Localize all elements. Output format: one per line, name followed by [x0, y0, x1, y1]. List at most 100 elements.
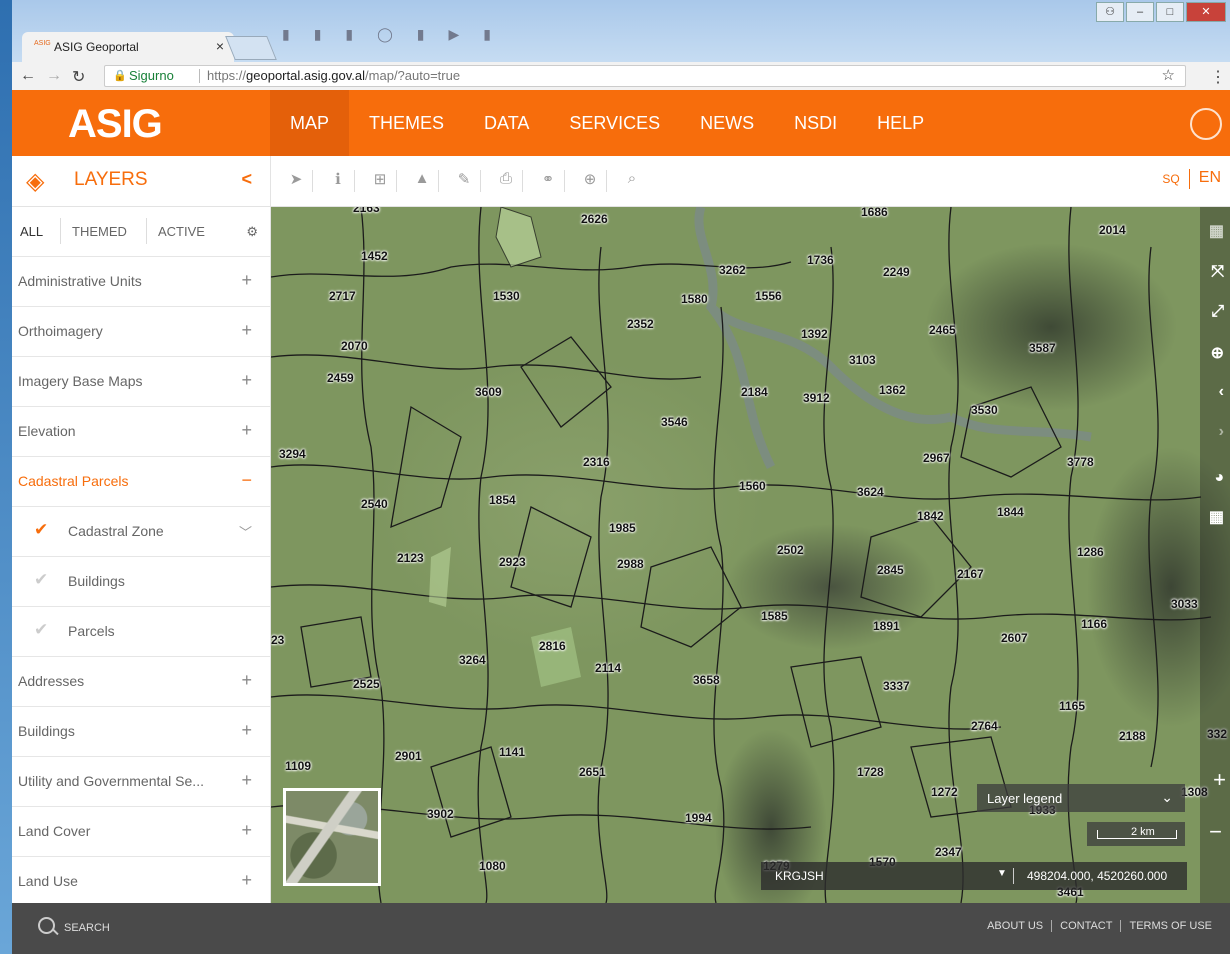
url-field[interactable]: 🔒 Sigurno https://geoportal.asig.gov.al/… — [104, 65, 1186, 87]
nav-data[interactable]: DATA — [464, 90, 549, 156]
layer-group-addresses[interactable]: Addresses + — [12, 657, 270, 707]
forward-icon[interactable]: → — [46, 67, 62, 85]
logo-link[interactable]: ASIG — [12, 90, 270, 156]
close-tab-icon[interactable]: × — [216, 38, 224, 54]
next-extent-icon[interactable]: › — [1219, 423, 1224, 441]
parcel-label: 1891 — [873, 619, 900, 633]
info-icon[interactable]: ℹ — [322, 170, 355, 192]
nav-themes[interactable]: THEMES — [349, 90, 464, 156]
close-window-icon[interactable]: ✕ — [1186, 2, 1226, 22]
print-icon[interactable]: ⎙ — [490, 170, 523, 192]
layer-group-cadastral-parcels[interactable]: Cadastral Parcels − — [12, 457, 270, 507]
previous-extent-icon[interactable]: ‹ — [1219, 383, 1224, 401]
gear-icon[interactable]: ⚙ — [246, 224, 258, 240]
basemap-switcher-thumbnail[interactable] — [283, 788, 381, 886]
expand-icon[interactable]: + — [241, 770, 252, 791]
layer-group-orthoimagery[interactable]: Orthoimagery + — [12, 307, 270, 357]
nav-services[interactable]: SERVICES — [549, 90, 680, 156]
layer-group-land-cover[interactable]: Land Cover + — [12, 807, 270, 857]
lang-sq[interactable]: SQ — [1153, 169, 1190, 189]
zoom-in-icon[interactable]: + — [1213, 767, 1226, 793]
nav-news[interactable]: NEWS — [680, 90, 774, 156]
terms-of-use-link[interactable]: TERMS OF USE — [1120, 920, 1220, 932]
back-icon[interactable]: ← — [20, 67, 36, 85]
nav-help[interactable]: HELP — [857, 90, 944, 156]
maximize-icon[interactable]: □ — [1156, 2, 1184, 22]
parcel-label: 2923 — [499, 555, 526, 569]
expand-icon[interactable]: + — [241, 820, 252, 841]
parcel-label: 3103 — [849, 353, 876, 367]
grid-icon[interactable]: ▦ — [1209, 507, 1224, 527]
collapse-icon[interactable]: − — [241, 470, 252, 491]
user-icon[interactable] — [1190, 108, 1222, 140]
layer-buildings[interactable]: ✔ Buildings — [12, 557, 270, 607]
layer-legend-toggle[interactable]: Layer legend ⌄ — [977, 784, 1185, 812]
minimize-icon[interactable]: – — [1126, 2, 1154, 22]
layer-group-buildings[interactable]: Buildings + — [12, 707, 270, 757]
elevation-profile-icon[interactable]: ▲ — [406, 170, 439, 192]
measure-area-icon[interactable]: ⊞ — [364, 170, 397, 192]
about-us-link[interactable]: ABOUT US — [979, 920, 1051, 932]
parcel-label: 2816 — [539, 639, 566, 653]
globe-icon[interactable]: ◕ — [1214, 469, 1224, 487]
bookmark-star-icon[interactable]: ☆ — [1162, 66, 1175, 86]
browser-menu-icon[interactable]: ⋮ — [1210, 67, 1226, 87]
edit-icon[interactable]: ✎ — [448, 170, 481, 192]
locate-icon[interactable]: ⊕ — [574, 170, 607, 192]
chevron-down-icon[interactable]: ﹀ — [239, 522, 252, 541]
dropdown-arrow-icon[interactable]: ▼ — [997, 868, 1007, 879]
parcel-label: 3902 — [427, 807, 454, 821]
parcel-label: 3658 — [693, 673, 720, 687]
parcel-label: 1985 — [609, 521, 636, 535]
layer-group-land-use[interactable]: Land Use + — [12, 857, 270, 903]
expand-icon[interactable]: + — [241, 670, 252, 691]
zoom-extent-icon[interactable]: ⊕ — [1211, 343, 1224, 363]
browser-tab[interactable]: ASIG ASIG Geoportal × — [22, 32, 234, 62]
checkmark-icon[interactable]: ✔ — [34, 570, 48, 590]
parcel-label: 3912 — [803, 391, 830, 405]
expand-icon[interactable]: + — [241, 420, 252, 441]
tab-title: ASIG Geoportal — [54, 40, 139, 54]
crs-select[interactable]: KRGJSH — [775, 869, 824, 883]
expand-icon[interactable]: ⤢ — [1211, 303, 1224, 321]
expand-icon[interactable]: + — [241, 370, 252, 391]
profile-icon[interactable]: ⚇ — [1096, 2, 1124, 22]
map-icon[interactable]: ▦ — [1209, 221, 1224, 241]
reload-icon[interactable]: ↻ — [72, 67, 85, 87]
tab-all[interactable]: ALL — [20, 224, 43, 239]
map-canvas[interactable]: 2163 2626 1686 2014 1452 3262 1736 2249 2717 1530… — [271, 207, 1230, 903]
parcel-label: 3778 — [1067, 455, 1094, 469]
layer-group-imagery-base-maps[interactable]: Imagery Base Maps + — [12, 357, 270, 407]
zoom-out-icon[interactable]: − — [1209, 819, 1222, 845]
footer-search[interactable]: SEARCH — [64, 922, 110, 934]
checkmark-icon[interactable]: ✔ — [34, 520, 48, 540]
collapse-sidebar-icon[interactable]: < — [241, 169, 252, 190]
layer-group-administrative-units[interactable]: Administrative Units + — [12, 257, 270, 307]
select-pointer-icon[interactable]: ➤ — [280, 170, 313, 192]
search-map-icon[interactable]: ⌕ — [616, 170, 648, 192]
layer-group-elevation[interactable]: Elevation + — [12, 407, 270, 457]
parcel-label: 1580 — [681, 292, 708, 306]
layer-group-label: Cadastral Parcels — [18, 473, 129, 489]
expand-icon[interactable]: + — [241, 320, 252, 341]
expand-icon[interactable]: + — [241, 720, 252, 741]
tab-themed[interactable]: THEMED — [72, 224, 127, 239]
fullscreen-icon[interactable]: ⤧ — [1211, 263, 1224, 281]
share-link-icon[interactable]: ⚭ — [532, 170, 565, 192]
parcel-label: 2114 — [595, 661, 622, 675]
layer-group-utility[interactable]: Utility and Governmental Se... + — [12, 757, 270, 807]
new-tab-button[interactable] — [225, 36, 277, 60]
checkmark-icon[interactable]: ✔ — [34, 620, 48, 640]
expand-icon[interactable]: + — [241, 870, 252, 891]
tab-active[interactable]: ACTIVE — [158, 224, 205, 239]
layer-parcels[interactable]: ✔ Parcels — [12, 607, 270, 657]
search-icon[interactable] — [38, 917, 55, 934]
nav-map[interactable]: MAP — [270, 90, 350, 156]
map-toolbar: ◈ LAYERS < ➤ ℹ ⊞ ▲ ✎ ⎙ ⚭ ⊕ ⌕ SQ EN — [12, 156, 1230, 207]
site-footer: SEARCH ABOUT US CONTACT TERMS OF USE — [12, 903, 1230, 954]
lang-en[interactable]: EN — [1190, 169, 1230, 189]
nav-nsdi[interactable]: NSDI — [774, 90, 857, 156]
layer-cadastral-zone[interactable]: ✔ Cadastral Zone ﹀ — [12, 507, 270, 557]
contact-link[interactable]: CONTACT — [1051, 920, 1120, 932]
expand-icon[interactable]: + — [241, 270, 252, 291]
